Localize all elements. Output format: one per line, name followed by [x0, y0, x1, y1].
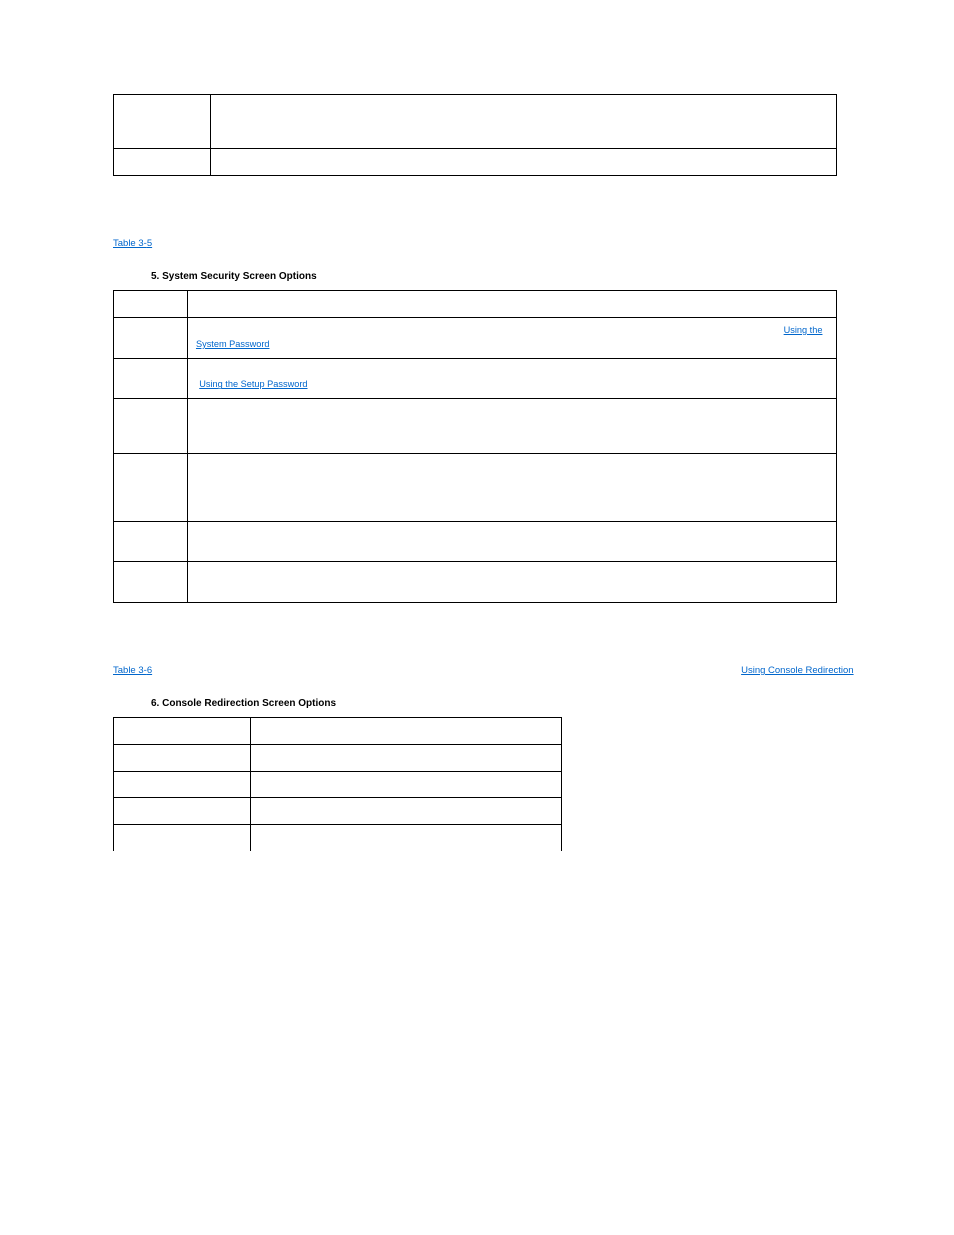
- link-using-setup-password[interactable]: Using the Setup Password: [199, 379, 307, 389]
- table-caption-6: 6. Console Redirection Screen Options: [151, 698, 954, 709]
- table-row: Report Keyboard Errors Enables or disabl…: [114, 95, 837, 149]
- table-ref-link-3-5[interactable]: Table 3-5: [113, 238, 152, 249]
- cell-option: System Password: [114, 317, 188, 358]
- table-previous-continuation: Report Keyboard Errors Enables or disabl…: [113, 94, 837, 176]
- cell-option: Asset Tag: [114, 149, 211, 176]
- cell-description: Select either VT 100/VT 220 or ANSI.: [250, 798, 561, 825]
- cell-option: Report Keyboard Errors: [114, 95, 211, 149]
- cell-description: Displays if the failsafe baud rate is us…: [250, 771, 561, 798]
- table-ref-link-3-6[interactable]: Table 3-6: [113, 665, 152, 676]
- cell-description: Setting the Setup Password option to Ena…: [187, 399, 836, 453]
- table-row: NMI Button NOTICE: Use the NMI button on…: [114, 521, 837, 562]
- table-header-row: Option Description: [114, 717, 562, 744]
- table-row: Password Status Setting the Setup Passwo…: [114, 399, 837, 453]
- cell-description: Sets the console redirection feature to …: [250, 744, 561, 771]
- cell-description: Restricts access to the System Setup pro…: [187, 358, 836, 399]
- cell-description: Enables or disables console redirection …: [250, 825, 561, 851]
- cell-description: Enables or disables reporting of keyboar…: [210, 95, 836, 149]
- table-row: Console Redirection Sets the console red…: [114, 744, 562, 771]
- table-reference-line-6: Table 3-6 lists the options and descript…: [113, 665, 954, 676]
- cell-option: Redirection After Boot: [114, 825, 251, 851]
- table-caption-5: 5. System Security Screen Options: [151, 271, 954, 282]
- table-row: Asset Tag Displays the customer-programm…: [114, 149, 837, 176]
- caption-title: System Security Screen Options: [159, 271, 316, 282]
- table-system-security: Option Description System Password Displ…: [113, 290, 837, 603]
- table-row: Setup Password Restricts access to the S…: [114, 358, 837, 399]
- table-console-redirection: Option Description Console Redirection S…: [113, 717, 562, 851]
- cell-description: Displays the current status of your syst…: [187, 317, 836, 358]
- cell-option: Power Button: [114, 453, 188, 521]
- table-row: Failsafe Baud Rate Displays if the fails…: [114, 771, 562, 798]
- cell-option: NMI Button: [114, 521, 188, 562]
- cell-option: Console Redirection: [114, 744, 251, 771]
- cell-option: Password Status: [114, 399, 188, 453]
- cell-description: Determines how the system reacts when po…: [187, 562, 836, 603]
- table-reference-line-5: Table 3-5 lists the options and descript…: [113, 238, 954, 249]
- header-description: Description: [187, 291, 836, 318]
- cell-option: Failsafe Baud Rate: [114, 771, 251, 798]
- header-option: Option: [114, 291, 188, 318]
- caption-title: Console Redirection Screen Options: [159, 698, 336, 709]
- table-row: Power Button Turns system's power off an…: [114, 453, 837, 521]
- table-row: Redirection After Boot Enables or disabl…: [114, 825, 562, 851]
- cell-description: NOTICE: Use the NMI button only if direc…: [187, 521, 836, 562]
- header-description: Description: [250, 717, 561, 744]
- table-row: Remote Terminal Type Select either VT 10…: [114, 798, 562, 825]
- ref-suffix: lists the options and descriptions for t…: [152, 238, 581, 249]
- cell-option: Setup Password: [114, 358, 188, 399]
- cell-option: Remote Terminal Type: [114, 798, 251, 825]
- table-row: System Password Displays the current sta…: [114, 317, 837, 358]
- cell-description: Displays the customer-programmable asset…: [210, 149, 836, 176]
- cell-option: AC Power Recovery: [114, 562, 188, 603]
- table-header-row: Option Description: [114, 291, 837, 318]
- table-row: AC Power Recovery Determines how the sys…: [114, 562, 837, 603]
- header-option: Option: [114, 717, 251, 744]
- cell-description: Turns system's power off and on. If you …: [187, 453, 836, 521]
- link-using-console-redirection[interactable]: Using Console Redirection: [741, 665, 853, 676]
